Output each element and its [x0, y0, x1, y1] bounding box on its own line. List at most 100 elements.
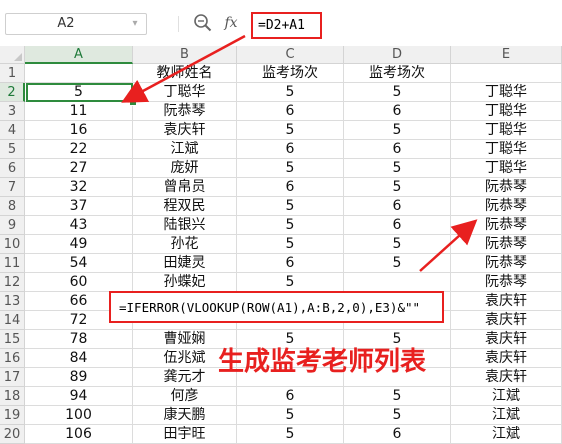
cell-e4[interactable]: 丁聪华 — [451, 121, 562, 140]
cell-a15[interactable]: 78 — [25, 330, 133, 349]
row-header-5[interactable]: 5 — [0, 140, 25, 159]
cell-e1[interactable] — [451, 64, 562, 83]
cell-b20[interactable]: 田宇旺 — [133, 425, 237, 444]
cell-e14[interactable]: 袁庆轩 — [451, 311, 562, 330]
cell-d1[interactable]: 监考场次 — [344, 64, 451, 83]
cell-a12[interactable]: 60 — [25, 273, 133, 292]
cell-d12[interactable] — [344, 273, 451, 292]
cell-a1[interactable] — [25, 64, 133, 83]
fill-handle[interactable] — [129, 98, 137, 106]
col-header-c[interactable]: C — [237, 46, 344, 64]
cell-d5[interactable]: 6 — [344, 140, 451, 159]
cell-d9[interactable]: 6 — [344, 216, 451, 235]
cell-a11[interactable]: 54 — [25, 254, 133, 273]
cell-c5[interactable]: 6 — [237, 140, 344, 159]
cell-c18[interactable]: 6 — [237, 387, 344, 406]
cell-e17[interactable]: 袁庆轩 — [451, 368, 562, 387]
row-header-3[interactable]: 3 — [0, 102, 25, 121]
cell-b12[interactable]: 孙蝶妃 — [133, 273, 237, 292]
row-header-9[interactable]: 9 — [0, 216, 25, 235]
cell-a9[interactable]: 43 — [25, 216, 133, 235]
cell-e11[interactable]: 阮恭琴 — [451, 254, 562, 273]
cell-a18[interactable]: 94 — [25, 387, 133, 406]
cell-d11[interactable]: 5 — [344, 254, 451, 273]
cell-b11[interactable]: 田婕灵 — [133, 254, 237, 273]
row-header-20[interactable]: 20 — [0, 425, 25, 444]
cell-e20[interactable]: 江斌 — [451, 425, 562, 444]
cell-b5[interactable]: 江斌 — [133, 140, 237, 159]
cell-e9[interactable]: 阮恭琴 — [451, 216, 562, 235]
cell-a20[interactable]: 106 — [25, 425, 133, 444]
row-header-1[interactable]: 1 — [0, 64, 25, 83]
row-header-2[interactable]: 2 — [0, 83, 25, 102]
cell-c9[interactable]: 5 — [237, 216, 344, 235]
row-header-17[interactable]: 17 — [0, 368, 25, 387]
row-header-13[interactable]: 13 — [0, 292, 25, 311]
cell-a5[interactable]: 22 — [25, 140, 133, 159]
cell-c4[interactable]: 5 — [237, 121, 344, 140]
cell-b9[interactable]: 陆银兴 — [133, 216, 237, 235]
cell-d7[interactable]: 5 — [344, 178, 451, 197]
row-header-16[interactable]: 16 — [0, 349, 25, 368]
zoom-icon[interactable] — [193, 13, 213, 33]
cell-c3[interactable]: 6 — [237, 102, 344, 121]
cell-a7[interactable]: 32 — [25, 178, 133, 197]
cell-c10[interactable]: 5 — [237, 235, 344, 254]
cell-c6[interactable]: 5 — [237, 159, 344, 178]
cell-c12[interactable]: 5 — [237, 273, 344, 292]
spreadsheet-grid[interactable]: A B C D E 1 教师姓名 监考场次 监考场次 2 5 丁聪华 5 5 丁聪华 3 11 阮恭琴 6 6 丁聪华 4… — [0, 46, 562, 444]
cell-e2[interactable]: 丁聪华 — [451, 83, 562, 102]
cell-e5[interactable]: 丁聪华 — [451, 140, 562, 159]
cell-a10[interactable]: 49 — [25, 235, 133, 254]
cell-a6[interactable]: 27 — [25, 159, 133, 178]
cell-b18[interactable]: 何彦 — [133, 387, 237, 406]
cell-d6[interactable]: 5 — [344, 159, 451, 178]
cell-c7[interactable]: 6 — [237, 178, 344, 197]
col-header-a[interactable]: A — [25, 46, 133, 64]
cell-d4[interactable]: 5 — [344, 121, 451, 140]
row-header-12[interactable]: 12 — [0, 273, 25, 292]
cell-b3[interactable]: 阮恭琴 — [133, 102, 237, 121]
cell-d20[interactable]: 6 — [344, 425, 451, 444]
cell-d8[interactable]: 6 — [344, 197, 451, 216]
cell-d19[interactable]: 5 — [344, 406, 451, 425]
row-header-18[interactable]: 18 — [0, 387, 25, 406]
col-header-e[interactable]: E — [451, 46, 562, 64]
col-header-d[interactable]: D — [344, 46, 451, 64]
row-header-19[interactable]: 19 — [0, 406, 25, 425]
cell-c1[interactable]: 监考场次 — [237, 64, 344, 83]
cell-d18[interactable]: 5 — [344, 387, 451, 406]
cell-e8[interactable]: 阮恭琴 — [451, 197, 562, 216]
formula-input[interactable]: =D2+A1 — [251, 12, 322, 39]
cell-e7[interactable]: 阮恭琴 — [451, 178, 562, 197]
cell-e12[interactable]: 阮恭琴 — [451, 273, 562, 292]
cell-e13[interactable]: 袁庆轩 — [451, 292, 562, 311]
cell-a3[interactable]: 11 — [25, 102, 133, 121]
row-header-14[interactable]: 14 — [0, 311, 25, 330]
cell-d2[interactable]: 5 — [344, 83, 451, 102]
cell-b4[interactable]: 袁庆轩 — [133, 121, 237, 140]
cell-b2[interactable]: 丁聪华 — [133, 83, 237, 102]
cell-e19[interactable]: 江斌 — [451, 406, 562, 425]
cell-a17[interactable]: 89 — [25, 368, 133, 387]
row-header-6[interactable]: 6 — [0, 159, 25, 178]
cell-e10[interactable]: 阮恭琴 — [451, 235, 562, 254]
function-icon[interactable]: fx — [220, 12, 242, 34]
cell-e6[interactable]: 丁聪华 — [451, 159, 562, 178]
name-box[interactable]: A2 ▾ — [5, 13, 147, 35]
row-header-15[interactable]: 15 — [0, 330, 25, 349]
cell-d3[interactable]: 6 — [344, 102, 451, 121]
cell-c19[interactable]: 5 — [237, 406, 344, 425]
cell-b19[interactable]: 康天鹏 — [133, 406, 237, 425]
cell-b8[interactable]: 程双民 — [133, 197, 237, 216]
row-header-8[interactable]: 8 — [0, 197, 25, 216]
row-header-11[interactable]: 11 — [0, 254, 25, 273]
cell-e3[interactable]: 丁聪华 — [451, 102, 562, 121]
cell-b7[interactable]: 曾帛员 — [133, 178, 237, 197]
cell-a16[interactable]: 84 — [25, 349, 133, 368]
cell-e18[interactable]: 江斌 — [451, 387, 562, 406]
cell-c20[interactable]: 5 — [237, 425, 344, 444]
cell-e16[interactable]: 袁庆轩 — [451, 349, 562, 368]
cell-e15[interactable]: 袁庆轩 — [451, 330, 562, 349]
cell-d10[interactable]: 5 — [344, 235, 451, 254]
